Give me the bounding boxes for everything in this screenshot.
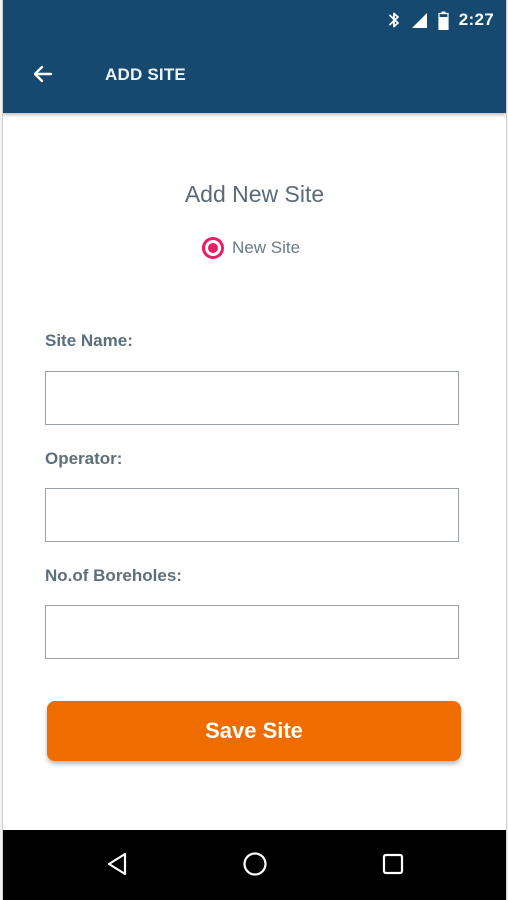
home-circle-icon: [242, 851, 268, 882]
back-button[interactable]: [25, 58, 61, 94]
phone-screen: 2:27 ADD SITE Add New Site New Site Site…: [2, 0, 507, 900]
back-triangle-icon: [106, 852, 128, 881]
recents-square-icon: [381, 852, 405, 881]
boreholes-label: No.of Boreholes:: [45, 566, 182, 585]
site-name-label: Site Name:: [45, 331, 133, 350]
operator-label: Operator:: [45, 449, 123, 468]
site-name-input[interactable]: [45, 371, 459, 425]
app-bar: ADD SITE: [3, 40, 506, 113]
arrow-left-icon: [31, 62, 55, 91]
new-site-radio[interactable]: New Site: [202, 232, 300, 264]
nav-recents-button[interactable]: [375, 848, 411, 884]
status-icons: 2:27: [388, 8, 494, 32]
bluetooth-icon: [388, 11, 400, 29]
form-container: Add New Site New Site Site Name: Operato…: [3, 113, 506, 830]
radio-selected-icon: [202, 237, 224, 259]
status-bar: 2:27: [3, 0, 506, 40]
nav-back-button[interactable]: [99, 848, 135, 884]
form-title: Add New Site: [184, 181, 325, 207]
boreholes-input[interactable]: [45, 605, 459, 659]
battery-icon: [438, 11, 449, 30]
cell-signal-icon: [410, 11, 428, 29]
operator-input[interactable]: [45, 488, 459, 542]
radio-label: New Site: [232, 238, 301, 257]
navigation-bar: [3, 830, 506, 900]
nav-home-button[interactable]: [237, 848, 273, 884]
save-site-button[interactable]: Save Site: [47, 701, 461, 761]
page-title: ADD SITE: [105, 65, 186, 84]
status-time: 2:27: [458, 10, 494, 29]
